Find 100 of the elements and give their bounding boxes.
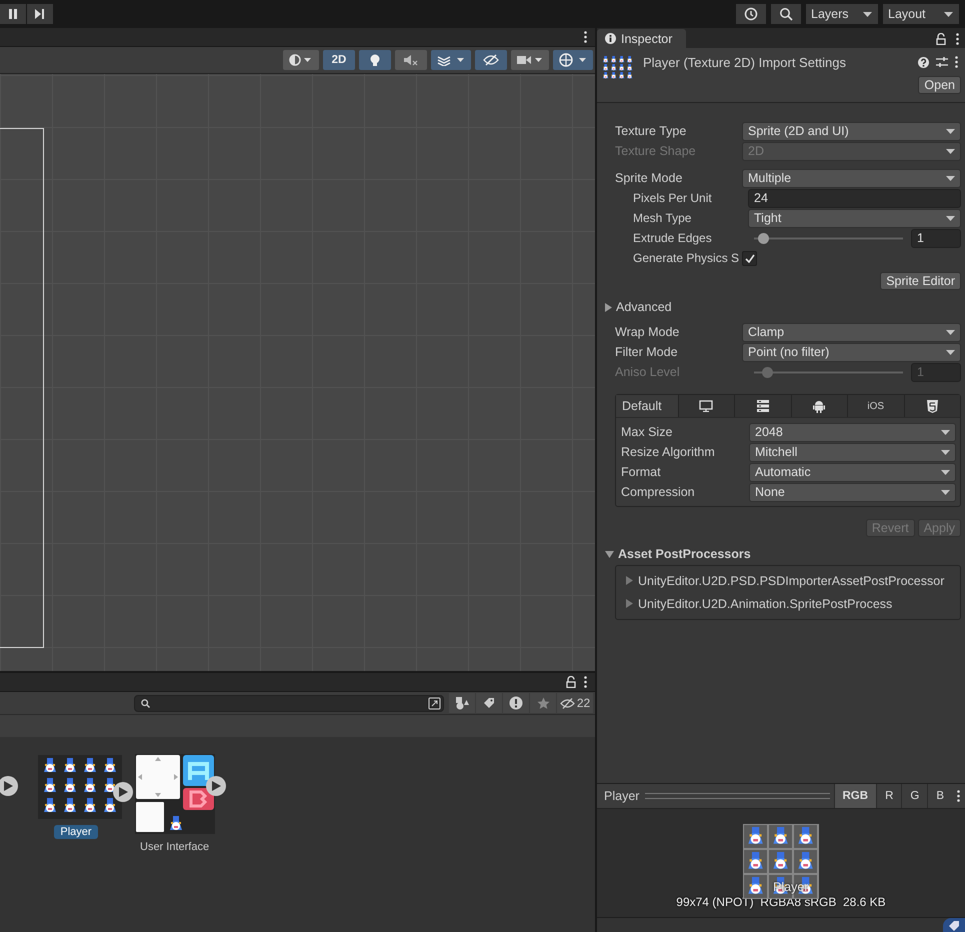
layers-dropdown[interactable]: Layers — [806, 4, 878, 24]
field-label: Max Size — [621, 425, 674, 439]
advanced-foldout[interactable]: Advanced — [605, 298, 961, 316]
layers-caret-icon — [437, 54, 465, 66]
caret-icon — [946, 128, 955, 134]
shapes-filter-icon[interactable] — [449, 693, 475, 713]
dimension-toggle[interactable]: 2D — [323, 50, 355, 70]
inspector-title: Player (Texture 2D) Import Settings — [643, 54, 848, 72]
more-options-icon[interactable] — [955, 56, 958, 68]
field-label: Texture Shape — [615, 144, 697, 158]
open-button[interactable]: Open — [918, 76, 961, 94]
search-icon — [141, 698, 150, 708]
asset-name[interactable]: Player — [54, 825, 98, 839]
dropdown[interactable]: Point (no filter) — [742, 342, 961, 362]
resize-handle[interactable] — [645, 793, 830, 799]
field-label: Format — [621, 465, 662, 479]
muted-speaker-icon — [404, 54, 418, 66]
search-icon — [779, 7, 793, 21]
light-toggle[interactable] — [359, 50, 391, 70]
field-label: Wrap Mode — [615, 325, 680, 339]
hidden-eye-icon — [483, 54, 499, 66]
dropdown[interactable]: Automatic — [749, 462, 956, 482]
hidden-count-button[interactable]: 22 — [557, 693, 593, 713]
tag-icon[interactable] — [476, 693, 502, 713]
texture-info: 99x74 (NPOT) RGBA8 sRGB 28.6 KB — [676, 895, 886, 909]
platform-tab[interactable] — [678, 395, 734, 417]
field-label: Generate Physics S — [633, 251, 740, 265]
caret-icon — [863, 12, 872, 16]
dropdown[interactable]: None — [749, 482, 956, 502]
lock-icon[interactable] — [566, 676, 576, 688]
dropdown[interactable]: Clamp — [742, 322, 961, 342]
dropdown[interactable]: Multiple — [742, 168, 961, 188]
tab-label: Inspector — [621, 32, 672, 46]
platform-tab[interactable] — [790, 395, 847, 417]
checkmark-icon — [744, 254, 754, 262]
shield-icon — [926, 400, 938, 412]
sprite-editor-button[interactable]: Sprite Editor — [880, 272, 961, 290]
dropdown[interactable]: Tight — [748, 208, 961, 228]
dropdown[interactable]: Sprite (2D and UI) — [742, 122, 961, 140]
help-icon[interactable] — [918, 56, 930, 68]
caret-icon — [941, 470, 950, 474]
asset-name[interactable]: User Interface — [134, 840, 216, 854]
clock-icon — [744, 7, 758, 21]
pause-button[interactable] — [0, 4, 26, 24]
field-label: Extrude Edges — [633, 231, 713, 245]
error-icon[interactable] — [503, 693, 529, 713]
tab-label: Default — [622, 399, 662, 413]
settings-sliders-icon[interactable] — [936, 56, 948, 68]
more-options-icon[interactable] — [957, 790, 960, 802]
postprocessors-foldout[interactable]: Asset PostProcessors — [605, 545, 961, 563]
more-options-icon[interactable] — [956, 32, 959, 44]
caret-icon — [941, 430, 950, 434]
input-field[interactable]: 24 — [748, 188, 961, 208]
pause-icon — [9, 9, 17, 19]
monitor-icon — [699, 400, 714, 412]
gizmos-toggle[interactable] — [553, 50, 593, 70]
sprite-sheet-icon — [601, 55, 635, 81]
step-button[interactable] — [27, 4, 53, 24]
play-circle-icon[interactable] — [113, 782, 133, 802]
caret-icon — [941, 450, 950, 454]
audio-toggle[interactable] — [395, 50, 427, 70]
effects-toggle[interactable] — [431, 50, 471, 70]
camera-caret-icon — [517, 54, 543, 66]
slider-thumb[interactable] — [758, 232, 770, 244]
channel-button[interactable]: RGB — [834, 784, 876, 808]
search-button[interactable] — [771, 4, 801, 24]
dropdown[interactable]: 2048 — [749, 422, 956, 442]
input-field[interactable]: 1 — [911, 228, 961, 248]
tag-icon[interactable] — [943, 918, 965, 932]
more-options-icon[interactable] — [584, 31, 587, 43]
hidden-icon — [560, 698, 575, 708]
postprocessor-item[interactable]: UnityEditor.U2D.PSD.PSDImporterAssetPostProcessor — [626, 569, 960, 592]
platform-tab[interactable] — [734, 395, 790, 417]
more-options-icon[interactable] — [584, 676, 587, 688]
layout-dropdown[interactable]: Layout — [883, 4, 959, 24]
foldout-arrow-icon — [605, 550, 614, 558]
field-label: Mesh Type — [633, 211, 692, 225]
step-icon — [35, 9, 45, 19]
inspector-tab[interactable]: Inspector — [597, 29, 686, 48]
foldout-arrow-icon — [605, 302, 612, 312]
platform-tab[interactable] — [904, 395, 960, 417]
dropdown[interactable]: Mitchell — [749, 442, 956, 462]
caret-icon — [946, 148, 955, 154]
camera-toggle[interactable] — [511, 50, 549, 70]
search-field[interactable] — [134, 694, 444, 712]
preview-title: Player — [604, 789, 640, 803]
postprocessor-item[interactable]: UnityEditor.U2D.Animation.SpritePostProcess — [626, 592, 960, 615]
ui-sprite-sheet-drawing[interactable] — [134, 754, 215, 834]
caret-icon — [946, 216, 955, 220]
history-button[interactable] — [736, 4, 766, 24]
visibility-toggle[interactable] — [475, 50, 507, 70]
platform-tab[interactable]: iOS — [847, 395, 904, 417]
shading-toggle[interactable] — [283, 50, 319, 70]
sprite-sheet-drawing[interactable] — [38, 755, 122, 819]
play-circle-icon[interactable] — [0, 776, 18, 796]
foldout-arrow-icon — [626, 599, 633, 608]
expand-icon[interactable] — [428, 696, 441, 710]
lock-icon[interactable] — [936, 32, 946, 44]
checkbox[interactable] — [742, 250, 757, 266]
server-icon — [756, 400, 769, 412]
